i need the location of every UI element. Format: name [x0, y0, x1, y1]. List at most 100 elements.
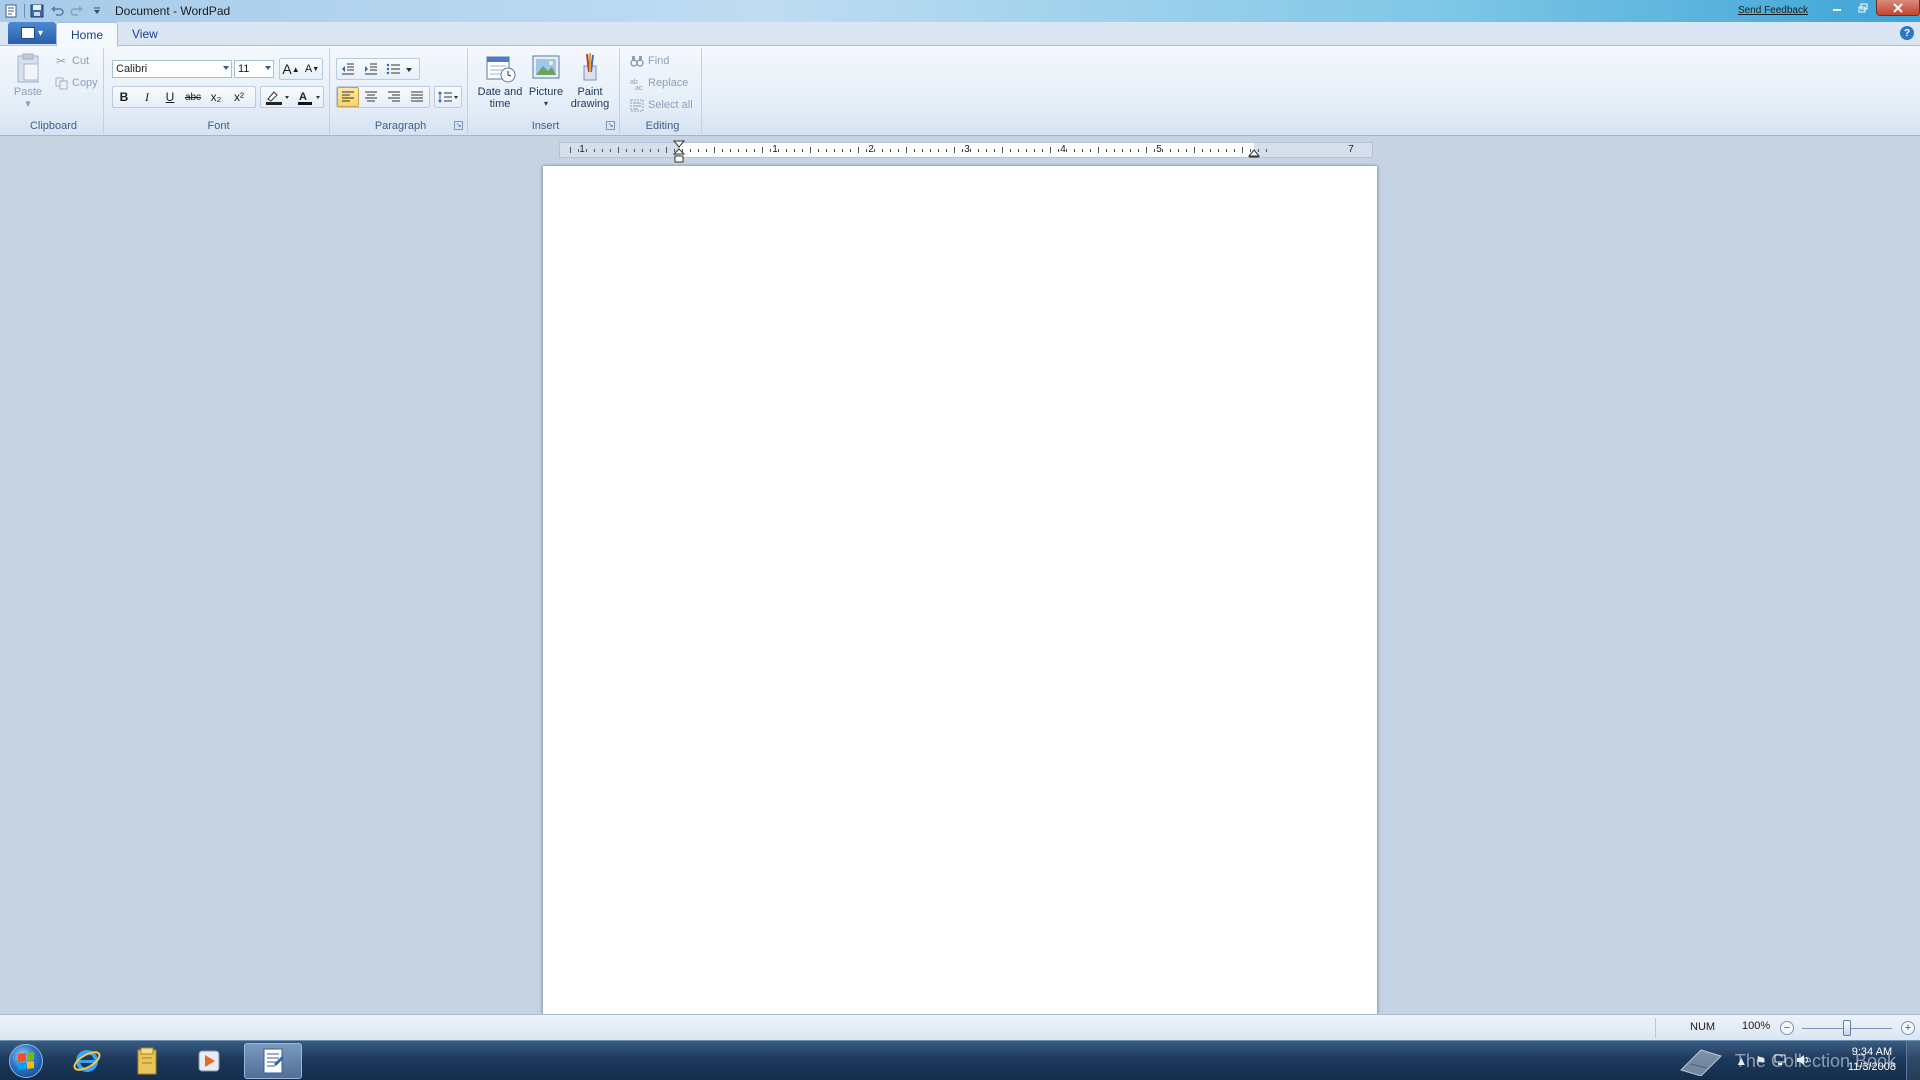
ruler-tick — [810, 147, 811, 153]
zoom-out-button[interactable]: − — [1780, 1021, 1794, 1035]
ruler-tick — [1210, 149, 1211, 152]
network-icon[interactable] — [1774, 1054, 1788, 1069]
ruler-label: 3 — [964, 144, 970, 155]
ruler-tick — [850, 149, 851, 152]
font-color-button[interactable]: A — [294, 87, 324, 107]
line-spacing-button[interactable] — [435, 87, 461, 107]
ruler-tick — [634, 149, 635, 152]
binoculars-icon — [630, 54, 644, 68]
ruler-tick — [914, 149, 915, 152]
decrease-indent-button[interactable] — [337, 59, 359, 79]
tab-home[interactable]: Home — [56, 22, 119, 46]
grow-font-button[interactable]: A ▲ — [280, 59, 302, 79]
clock-date: 11/3/2008 — [1847, 1061, 1896, 1073]
send-feedback-link[interactable]: Send Feedback — [1738, 5, 1808, 16]
chevron-down-icon — [223, 66, 229, 70]
ruler-label: 5 — [1156, 144, 1162, 155]
ruler-tick — [1082, 149, 1083, 152]
tab-view[interactable]: View — [118, 23, 172, 45]
ruler-tick — [714, 147, 715, 153]
zoom-in-button[interactable]: + — [1901, 1021, 1915, 1035]
redo-icon[interactable] — [67, 2, 87, 20]
paint-drawing-button[interactable]: Paint drawing — [568, 52, 612, 110]
paragraph-group: Paragraph ↘ — [334, 48, 468, 134]
ruler-tick — [1266, 149, 1267, 152]
paragraph-dialog-launcher-icon[interactable]: ↘ — [454, 121, 463, 130]
ruler-tick — [1074, 149, 1075, 152]
zoom-slider-thumb[interactable] — [1843, 1020, 1851, 1036]
wordpad-app-icon[interactable] — [2, 2, 22, 20]
bold-button[interactable]: B — [113, 87, 135, 107]
ruler-tick — [706, 149, 707, 152]
highlighter-icon — [266, 91, 289, 105]
ruler-tick — [730, 149, 731, 152]
system-clock[interactable]: 9:34 AM 11/3/2008 — [1848, 1045, 1896, 1075]
show-hidden-icons-icon[interactable]: ▲ — [1735, 1054, 1747, 1068]
ruler-tick — [946, 149, 947, 152]
zoom-level[interactable]: 100% — [1742, 1020, 1770, 1032]
calendar-clock-icon — [486, 56, 516, 83]
ribbon: Paste ▾ ✂ Cut Copy Clipboard Calibri 11 … — [0, 46, 1920, 136]
increase-indent-button[interactable] — [360, 59, 382, 79]
line-spacing-icon — [438, 91, 458, 103]
taskbar-internet-explorer[interactable] — [58, 1043, 116, 1079]
highlight-color-button[interactable] — [261, 87, 293, 107]
copy-label: Copy — [72, 77, 98, 89]
font-size-value: 11 — [238, 63, 250, 75]
underline-button[interactable]: U — [159, 87, 181, 107]
help-icon[interactable]: ? — [1900, 26, 1914, 40]
restore-button[interactable] — [1850, 0, 1876, 16]
subscript-icon: x₂ — [210, 90, 222, 104]
taskbar-media-player[interactable] — [180, 1043, 238, 1079]
copy-button[interactable]: Copy — [54, 74, 98, 92]
customize-qat-chevron-icon[interactable] — [87, 2, 107, 20]
align-center-button[interactable] — [360, 87, 382, 107]
taskbar-file-explorer[interactable] — [118, 1043, 176, 1079]
decrease-indent-icon — [342, 63, 354, 75]
ruler-tick — [626, 149, 627, 152]
ruler-tick — [658, 149, 659, 152]
volume-icon[interactable] — [1796, 1054, 1810, 1069]
superscript-button[interactable]: x² — [228, 87, 250, 107]
ruler-tick — [1050, 147, 1051, 153]
strikethrough-button[interactable]: abc — [182, 87, 204, 107]
paste-button[interactable]: Paste ▾ — [10, 52, 46, 110]
first-line-indent-marker[interactable] — [672, 140, 686, 167]
action-center-flag-icon[interactable]: ⚑ — [1755, 1054, 1766, 1068]
italic-button[interactable]: I — [136, 87, 158, 107]
insert-dialog-launcher-icon[interactable]: ↘ — [606, 121, 615, 130]
align-right-button[interactable] — [383, 87, 405, 107]
date-and-time-button[interactable]: Date and time — [474, 52, 526, 110]
save-icon[interactable] — [27, 2, 47, 20]
cut-label: Cut — [72, 55, 90, 67]
ruler-tick — [586, 149, 587, 152]
document-page[interactable] — [543, 166, 1377, 1014]
paste-icon — [17, 53, 39, 83]
subscript-button[interactable]: x₂ — [205, 87, 227, 107]
application-menu-button[interactable]: ▾ — [8, 22, 56, 44]
align-left-button[interactable] — [337, 87, 359, 107]
picture-button[interactable]: Picture ▾ — [526, 52, 566, 110]
start-button[interactable] — [4, 1042, 48, 1080]
shrink-font-button[interactable]: A ▼ — [301, 59, 323, 79]
select-all-button[interactable]: Select all — [630, 96, 693, 114]
ruler-tick — [962, 149, 963, 152]
increase-indent-icon — [365, 63, 377, 75]
align-left-icon — [342, 91, 354, 102]
find-button[interactable]: Find — [630, 52, 669, 70]
show-desktop-button[interactable] — [1906, 1041, 1920, 1080]
justify-button[interactable] — [406, 87, 428, 107]
font-size-combo[interactable]: 11 — [234, 60, 274, 78]
cut-button[interactable]: ✂ Cut — [54, 52, 89, 70]
picture-label: Picture — [528, 86, 564, 98]
undo-icon[interactable] — [47, 2, 67, 20]
replace-button[interactable]: ab ac Replace — [630, 74, 688, 92]
taskbar-wordpad[interactable] — [244, 1043, 302, 1079]
ruler-tick — [842, 149, 843, 152]
minimize-button[interactable] — [1824, 0, 1850, 16]
close-button[interactable] — [1876, 0, 1920, 16]
clock-time: 9:34 AM — [1851, 1046, 1893, 1058]
font-family-combo[interactable]: Calibri — [112, 60, 232, 78]
right-indent-marker[interactable] — [1247, 149, 1261, 162]
bullets-button[interactable] — [383, 59, 417, 79]
